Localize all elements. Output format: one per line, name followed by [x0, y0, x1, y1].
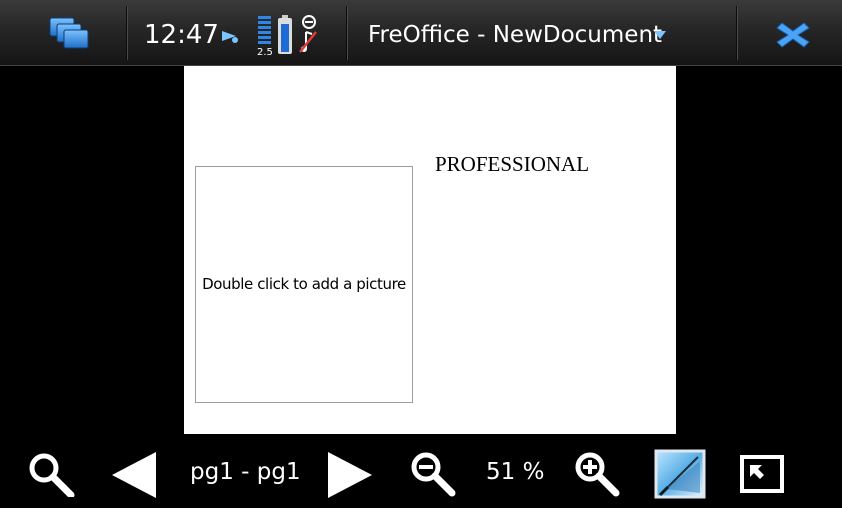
search-icon [29, 453, 75, 497]
picture-placeholder-label: Double click to add a picture [202, 275, 406, 293]
divider [736, 6, 737, 60]
zoom-in-button[interactable] [572, 449, 622, 497]
alarm-icon [222, 31, 238, 43]
search-button[interactable] [26, 451, 76, 497]
zoom-out-icon [411, 452, 456, 497]
document-page[interactable]: Double click to add a picture PROFESSION… [184, 66, 676, 434]
next-page-button[interactable] [326, 450, 374, 500]
fullscreen-icon [740, 455, 784, 493]
chevron-down-icon [654, 31, 666, 39]
previous-page-button[interactable] [110, 450, 158, 500]
close-icon [776, 22, 810, 48]
status-icons: 2.5 [257, 15, 317, 58]
clock: 12:47 [144, 20, 219, 50]
zoom-level: 51 % [486, 459, 545, 485]
arrow-right-icon [328, 452, 372, 498]
fullscreen-button[interactable] [740, 455, 784, 493]
zoom-in-icon [575, 452, 620, 497]
page-range: pg1 - pg1 [190, 459, 301, 485]
svg-text:2.5: 2.5 [257, 47, 273, 58]
zoom-out-button[interactable] [408, 449, 458, 497]
app-title-menu[interactable]: FreOffice - NewDocument [346, 0, 736, 66]
task-switcher-icon [49, 17, 89, 49]
status-bar: 12:47 2.5 FreOffice - NewDocument [0, 0, 842, 66]
picture-placeholder[interactable]: Double click to add a picture [195, 166, 413, 403]
close-button[interactable] [772, 18, 814, 52]
divider [126, 6, 127, 60]
status-area[interactable]: 2.5 [254, 14, 326, 58]
app-title: FreOffice - NewDocument [368, 22, 663, 48]
signal-icon [258, 16, 271, 44]
document-heading[interactable]: PROFESSIONAL [435, 152, 589, 177]
edit-mode-button[interactable] [654, 449, 706, 499]
presence-icon [299, 15, 317, 53]
arrow-left-icon [112, 452, 156, 498]
edit-document-icon [654, 449, 706, 499]
battery-icon [278, 15, 292, 54]
task-switcher-button[interactable] [48, 16, 90, 50]
